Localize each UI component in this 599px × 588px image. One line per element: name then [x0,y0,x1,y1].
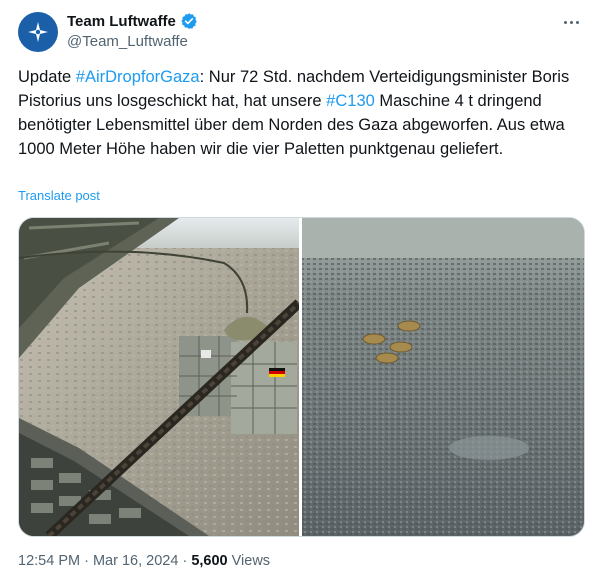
more-dot [569,20,573,24]
post-date[interactable]: Mar 16, 2024 [93,553,178,569]
parachutes-over-city-photo[interactable] [302,218,584,536]
more-dot [563,20,567,24]
verified-badge-icon [181,13,197,29]
views-label: Views [227,553,271,569]
hashtag-airdropforgaza[interactable]: #AirDropforGaza [76,68,200,86]
hashtag-c130[interactable]: #C130 [326,92,375,110]
post-meta: 12:54 PM · Mar 16, 2024 · 5,600 Views [18,553,270,569]
views-count: 5,600 [191,553,228,569]
more-dot [575,20,579,24]
post-text: Update #AirDropforGaza: Nur 72 Std. nach… [18,65,578,161]
author-name-row: Team Luftwaffe [67,12,198,30]
meta-separator: · [80,553,93,569]
translate-post-link[interactable]: Translate post [18,188,100,203]
luftwaffe-logo-icon [28,22,48,42]
meta-separator: · [178,553,192,569]
display-name[interactable]: Team Luftwaffe [67,13,176,30]
more-options-button[interactable] [559,10,583,34]
author-handle[interactable]: @Team_Luftwaffe [67,33,188,50]
post-time[interactable]: 12:54 PM [18,553,80,569]
post-text-segment: Update [18,68,76,86]
cargo-door-pallets-photo[interactable] [19,218,303,536]
avatar[interactable] [18,12,58,52]
tweet-card: Team Luftwaffe @Team_Luftwaffe Update #A… [0,0,599,588]
media-grid [18,217,585,537]
